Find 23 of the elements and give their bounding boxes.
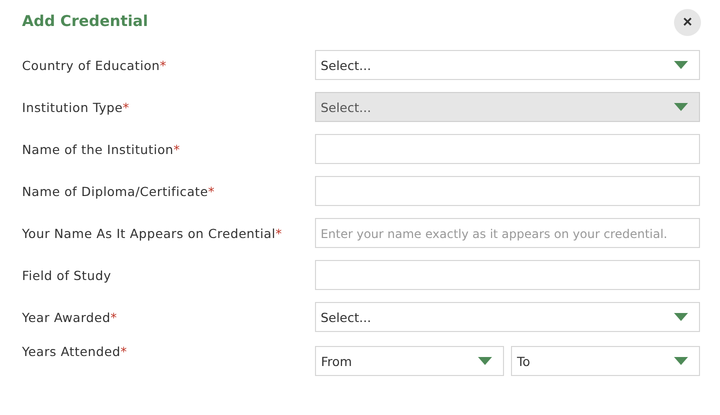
field-label: Name of Diploma/Certificate* — [22, 184, 216, 198]
select-field[interactable]: From — [315, 346, 504, 376]
field-label: Field of Study — [22, 268, 112, 282]
input-field[interactable] — [314, 134, 700, 164]
input-field[interactable]: Enter your name exactly as it appears on your credential. — [314, 218, 700, 248]
caret-icon — [674, 313, 688, 321]
field-label: Name of the Institution* — [22, 142, 182, 156]
field-label: Your Name As It Appears on Credential* — [22, 226, 284, 240]
caret-icon — [674, 61, 688, 69]
field-label: Institution Type* — [22, 100, 130, 114]
field-label: Years Attended* — [22, 344, 128, 359]
select-field[interactable]: Select... — [314, 50, 700, 80]
caret-icon — [674, 357, 688, 365]
caret-icon — [674, 103, 688, 111]
input-field[interactable] — [314, 176, 700, 206]
field-label: Year Awarded* — [22, 310, 118, 324]
caret-icon — [478, 357, 492, 365]
close-button[interactable]: × — [674, 8, 701, 36]
input-field[interactable] — [314, 260, 700, 290]
field-label: Country of Education* — [22, 58, 168, 72]
dialog-title: Add Credential — [22, 12, 148, 30]
select-field[interactable]: Select... — [314, 302, 700, 332]
select-field[interactable]: To — [511, 346, 700, 376]
